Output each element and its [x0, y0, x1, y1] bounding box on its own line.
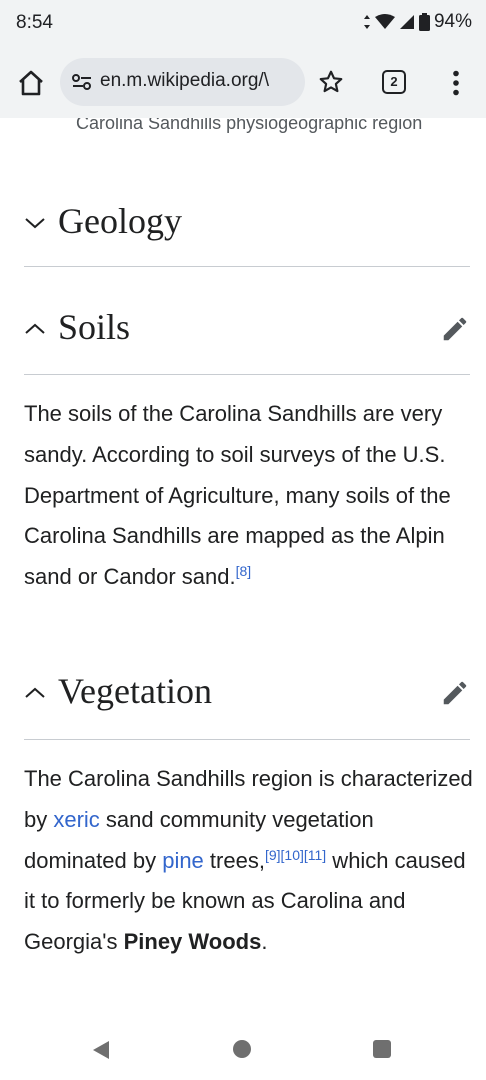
- url-text: en.m.wikipedia.org/\: [100, 70, 269, 91]
- citation-link[interactable]: [10]: [281, 847, 304, 863]
- home-circle-icon[interactable]: [233, 1040, 251, 1058]
- wifi-icon: [374, 14, 395, 29]
- bold-term-piney-woods: Piney Woods: [123, 929, 262, 955]
- vegetation-paragraph: The Carolina Sandhills region is charact…: [24, 759, 474, 963]
- section-header-geology[interactable]: Geology: [24, 196, 470, 256]
- data-arrows-icon: [363, 15, 370, 29]
- section-title-geology: Geology: [58, 201, 182, 241]
- citation-link[interactable]: [9]: [265, 847, 281, 863]
- section-title-soils: Soils: [58, 307, 131, 347]
- tab-switcher-button[interactable]: 2: [382, 70, 406, 94]
- status-time: 8:54: [16, 12, 53, 33]
- vegetation-text: .: [261, 929, 268, 955]
- edit-pencil-icon[interactable]: [440, 314, 470, 344]
- section-title-vegetation: Vegetation: [58, 671, 212, 711]
- chevron-down-icon: [25, 218, 45, 229]
- chevron-up-icon: [25, 687, 45, 698]
- vegetation-text: trees,: [203, 847, 265, 873]
- status-icons: 94%: [363, 11, 472, 33]
- chevron-up-icon: [25, 323, 45, 334]
- recents-square-icon[interactable]: [373, 1040, 391, 1058]
- citation-link[interactable]: [11]: [304, 847, 326, 863]
- edit-pencil-icon[interactable]: [440, 678, 470, 708]
- status-bar: 8:54 94%: [0, 0, 486, 48]
- article-content: Carolina Sandhills physiogeographic regi…: [0, 118, 486, 1018]
- soils-text: The soils of the Carolina Sandhills are …: [24, 401, 451, 590]
- home-icon[interactable]: [16, 68, 46, 98]
- image-caption: Carolina Sandhills physiogeographic regi…: [76, 118, 423, 133]
- system-navigation-bar: [0, 1018, 486, 1080]
- battery-percent: 94%: [433, 11, 472, 32]
- citation-link[interactable]: [8]: [236, 563, 252, 579]
- section-header-vegetation[interactable]: Vegetation: [24, 666, 470, 726]
- site-settings-icon[interactable]: [72, 73, 92, 91]
- signal-icon: [399, 15, 414, 29]
- link-xeric[interactable]: xeric: [53, 807, 99, 832]
- address-bar[interactable]: en.m.wikipedia.org/\: [60, 58, 305, 106]
- more-options-icon[interactable]: [452, 70, 460, 96]
- back-icon[interactable]: [92, 1040, 110, 1060]
- divider: [24, 374, 470, 375]
- browser-toolbar: en.m.wikipedia.org/\ 2: [0, 48, 486, 118]
- divider: [24, 739, 470, 740]
- battery-icon: [418, 13, 430, 31]
- soils-paragraph: The soils of the Carolina Sandhills are …: [24, 394, 474, 598]
- divider: [24, 266, 470, 267]
- section-header-soils[interactable]: Soils: [24, 302, 470, 362]
- bookmark-star-icon[interactable]: [318, 69, 344, 95]
- link-pine[interactable]: pine: [162, 848, 204, 873]
